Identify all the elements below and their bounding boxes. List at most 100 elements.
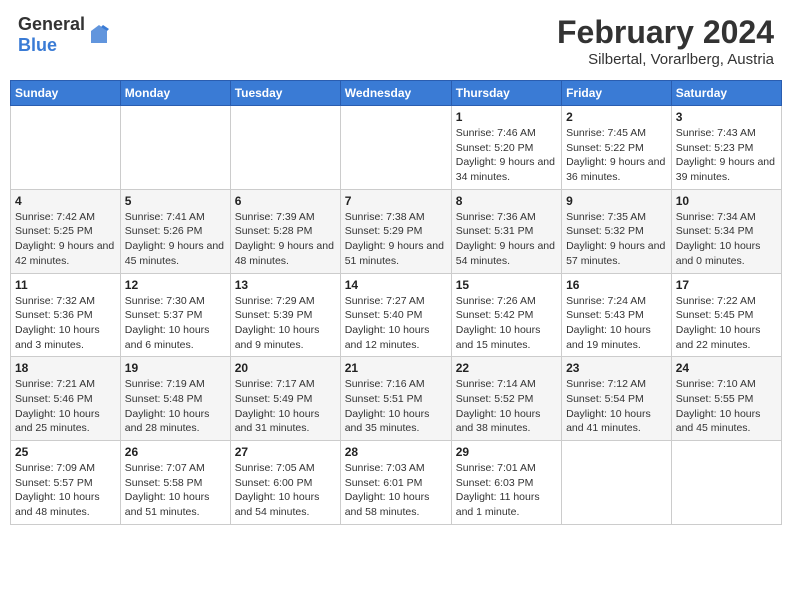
calendar-cell: 3 Sunrise: 7:43 AMSunset: 5:23 PMDaylight… — [671, 106, 781, 190]
calendar-cell: 2 Sunrise: 7:45 AMSunset: 5:22 PMDaylight… — [562, 106, 672, 190]
day-info: Sunrise: 7:14 AMSunset: 5:52 PMDaylight:… — [456, 377, 557, 436]
location-title: Silbertal, Vorarlberg, Austria — [557, 51, 774, 68]
day-number: 5 — [125, 194, 226, 208]
calendar-cell: 10 Sunrise: 7:34 AMSunset: 5:34 PMDayligh… — [671, 189, 781, 273]
day-number: 29 — [456, 445, 557, 459]
day-info: Sunrise: 7:39 AMSunset: 5:28 PMDaylight:… — [235, 210, 336, 269]
calendar-cell: 20 Sunrise: 7:17 AMSunset: 5:49 PMDayligh… — [230, 357, 340, 441]
day-info: Sunrise: 7:35 AMSunset: 5:32 PMDaylight:… — [566, 210, 667, 269]
day-number: 27 — [235, 445, 336, 459]
day-number: 21 — [345, 361, 447, 375]
day-info: Sunrise: 7:29 AMSunset: 5:39 PMDaylight:… — [235, 294, 336, 353]
calendar-cell: 6 Sunrise: 7:39 AMSunset: 5:28 PMDaylight… — [230, 189, 340, 273]
calendar-week-4: 18 Sunrise: 7:21 AMSunset: 5:46 PMDayligh… — [11, 357, 782, 441]
day-number: 9 — [566, 194, 667, 208]
day-info: Sunrise: 7:21 AMSunset: 5:46 PMDaylight:… — [15, 377, 116, 436]
weekday-header-monday: Monday — [120, 81, 230, 106]
day-info: Sunrise: 7:19 AMSunset: 5:48 PMDaylight:… — [125, 377, 226, 436]
day-number: 25 — [15, 445, 116, 459]
day-info: Sunrise: 7:27 AMSunset: 5:40 PMDaylight:… — [345, 294, 447, 353]
day-number: 20 — [235, 361, 336, 375]
day-info: Sunrise: 7:24 AMSunset: 5:43 PMDaylight:… — [566, 294, 667, 353]
calendar-week-1: 1 Sunrise: 7:46 AMSunset: 5:20 PMDaylight… — [11, 106, 782, 190]
calendar-cell: 23 Sunrise: 7:12 AMSunset: 5:54 PMDayligh… — [562, 357, 672, 441]
calendar-cell: 29 Sunrise: 7:01 AMSunset: 6:03 PMDayligh… — [451, 441, 561, 525]
day-number: 26 — [125, 445, 226, 459]
weekday-header-thursday: Thursday — [451, 81, 561, 106]
day-info: Sunrise: 7:09 AMSunset: 5:57 PMDaylight:… — [15, 461, 116, 520]
day-number: 28 — [345, 445, 447, 459]
day-info: Sunrise: 7:10 AMSunset: 5:55 PMDaylight:… — [676, 377, 777, 436]
calendar-cell: 16Sunrise: 7:24 AMSunset: 5:43 PMDayligh… — [562, 273, 672, 357]
day-number: 15 — [456, 278, 557, 292]
calendar-cell — [120, 106, 230, 190]
day-number: 1 — [456, 110, 557, 124]
calendar-cell: 21 Sunrise: 7:16 AMSunset: 5:51 PMDayligh… — [340, 357, 451, 441]
day-info: Sunrise: 7:34 AMSunset: 5:34 PMDaylight:… — [676, 210, 777, 269]
day-number: 18 — [15, 361, 116, 375]
logo: General Blue — [18, 14, 111, 56]
day-number: 10 — [676, 194, 777, 208]
calendar-cell: 11Sunrise: 7:32 AMSunset: 5:36 PMDayligh… — [11, 273, 121, 357]
calendar-cell: 7Sunrise: 7:38 AMSunset: 5:29 PMDaylight… — [340, 189, 451, 273]
calendar-cell: 25 Sunrise: 7:09 AMSunset: 5:57 PMDayligh… — [11, 441, 121, 525]
day-info: Sunrise: 7:22 AMSunset: 5:45 PMDaylight:… — [676, 294, 777, 353]
calendar-table: SundayMondayTuesdayWednesdayThursdayFrid… — [10, 80, 782, 525]
calendar-cell: 22Sunrise: 7:14 AMSunset: 5:52 PMDayligh… — [451, 357, 561, 441]
logo-blue-text: Blue — [18, 35, 57, 55]
day-number: 23 — [566, 361, 667, 375]
calendar-cell: 17 Sunrise: 7:22 AMSunset: 5:45 PMDayligh… — [671, 273, 781, 357]
calendar-cell: 18 Sunrise: 7:21 AMSunset: 5:46 PMDayligh… — [11, 357, 121, 441]
day-info: Sunrise: 7:43 AMSunset: 5:23 PMDaylight:… — [676, 126, 777, 185]
day-info: Sunrise: 7:16 AMSunset: 5:51 PMDaylight:… — [345, 377, 447, 436]
day-number: 8 — [456, 194, 557, 208]
day-info: Sunrise: 7:30 AMSunset: 5:37 PMDaylight:… — [125, 294, 226, 353]
calendar-cell — [230, 106, 340, 190]
day-info: Sunrise: 7:05 AMSunset: 6:00 PMDaylight:… — [235, 461, 336, 520]
calendar-week-2: 4 Sunrise: 7:42 AMSunset: 5:25 PMDaylight… — [11, 189, 782, 273]
calendar-cell: 4 Sunrise: 7:42 AMSunset: 5:25 PMDaylight… — [11, 189, 121, 273]
day-number: 19 — [125, 361, 226, 375]
calendar-header-row: SundayMondayTuesdayWednesdayThursdayFrid… — [11, 81, 782, 106]
day-number: 24 — [676, 361, 777, 375]
day-info: Sunrise: 7:12 AMSunset: 5:54 PMDaylight:… — [566, 377, 667, 436]
weekday-header-saturday: Saturday — [671, 81, 781, 106]
calendar-week-3: 11Sunrise: 7:32 AMSunset: 5:36 PMDayligh… — [11, 273, 782, 357]
day-number: 2 — [566, 110, 667, 124]
day-info: Sunrise: 7:03 AMSunset: 6:01 PMDaylight:… — [345, 461, 447, 520]
calendar-cell: 24 Sunrise: 7:10 AMSunset: 5:55 PMDayligh… — [671, 357, 781, 441]
weekday-header-wednesday: Wednesday — [340, 81, 451, 106]
day-number: 4 — [15, 194, 116, 208]
day-info: Sunrise: 7:42 AMSunset: 5:25 PMDaylight:… — [15, 210, 116, 269]
calendar-week-5: 25 Sunrise: 7:09 AMSunset: 5:57 PMDayligh… — [11, 441, 782, 525]
calendar-cell — [671, 441, 781, 525]
day-info: Sunrise: 7:26 AMSunset: 5:42 PMDaylight:… — [456, 294, 557, 353]
calendar-cell: 1 Sunrise: 7:46 AMSunset: 5:20 PMDaylight… — [451, 106, 561, 190]
day-number: 3 — [676, 110, 777, 124]
weekday-header-sunday: Sunday — [11, 81, 121, 106]
calendar-cell: 15 Sunrise: 7:26 AMSunset: 5:42 PMDayligh… — [451, 273, 561, 357]
title-block: February 2024 Silbertal, Vorarlberg, Aus… — [557, 14, 774, 68]
day-info: Sunrise: 7:07 AMSunset: 5:58 PMDaylight:… — [125, 461, 226, 520]
calendar-cell: 26 Sunrise: 7:07 AMSunset: 5:58 PMDayligh… — [120, 441, 230, 525]
calendar-cell: 9 Sunrise: 7:35 AMSunset: 5:32 PMDaylight… — [562, 189, 672, 273]
day-number: 12 — [125, 278, 226, 292]
day-info: Sunrise: 7:32 AMSunset: 5:36 PMDaylight:… — [15, 294, 116, 353]
day-info: Sunrise: 7:17 AMSunset: 5:49 PMDaylight:… — [235, 377, 336, 436]
day-info: Sunrise: 7:46 AMSunset: 5:20 PMDaylight:… — [456, 126, 557, 185]
calendar-cell — [562, 441, 672, 525]
day-number: 17 — [676, 278, 777, 292]
day-number: 13 — [235, 278, 336, 292]
day-number: 7 — [345, 194, 447, 208]
weekday-header-tuesday: Tuesday — [230, 81, 340, 106]
calendar-cell: 27 Sunrise: 7:05 AMSunset: 6:00 PMDayligh… — [230, 441, 340, 525]
day-info: Sunrise: 7:36 AMSunset: 5:31 PMDaylight:… — [456, 210, 557, 269]
calendar-cell: 14Sunrise: 7:27 AMSunset: 5:40 PMDayligh… — [340, 273, 451, 357]
weekday-header-friday: Friday — [562, 81, 672, 106]
day-number: 6 — [235, 194, 336, 208]
page-header: General Blue February 2024 Silbertal, Vo… — [10, 10, 782, 72]
logo-general-text: General — [18, 14, 85, 34]
day-info: Sunrise: 7:01 AMSunset: 6:03 PMDaylight:… — [456, 461, 557, 520]
day-info: Sunrise: 7:41 AMSunset: 5:26 PMDaylight:… — [125, 210, 226, 269]
day-info: Sunrise: 7:45 AMSunset: 5:22 PMDaylight:… — [566, 126, 667, 185]
